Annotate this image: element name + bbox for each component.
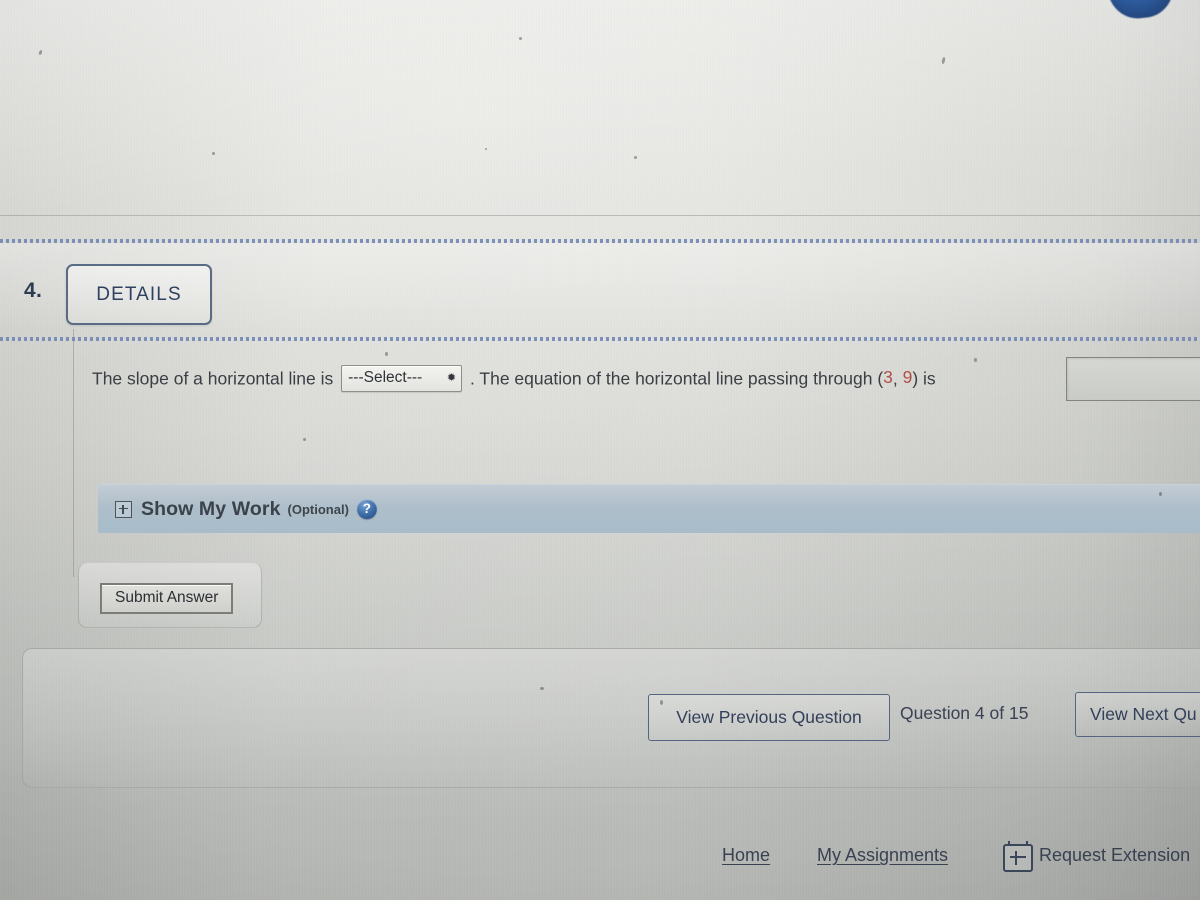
calendar-plus-icon[interactable] [1003,841,1033,872]
request-extension-label[interactable]: Request Extension [1039,845,1190,866]
show-my-work-title: Show My Work [141,497,281,520]
view-previous-question-label: View Previous Question [676,707,862,727]
slope-select-value: ---Select--- [348,369,423,387]
question-counter: Question 4 of 15 [900,703,1029,723]
show-my-work-bar[interactable]: Show My Work (Optional) ? [98,484,1200,533]
point-y-value: 9 [902,367,913,387]
view-previous-question-button[interactable]: View Previous Question [648,694,890,741]
point-separator: , [892,368,903,389]
footer-link-home[interactable]: Home [722,845,770,866]
submit-answer-button[interactable]: Submit Answer [100,583,234,614]
view-next-question-button[interactable]: View Next Qu [1075,692,1200,737]
previous-question-divider [0,215,1200,216]
plus-box-icon[interactable] [115,500,132,518]
question-indent-guide [73,329,74,577]
view-next-question-label: View Next Qu [1090,704,1197,724]
statement-part-3: ) is [912,368,936,389]
footer-link-my-assignments[interactable]: My Assignments [817,845,948,866]
chevron-down-icon: ✹ [446,372,457,385]
statement-part-2: . The equation of the horizontal line pa… [470,368,884,389]
screenshot-root: 4. DETAILS The slope of a horizontal lin… [0,0,1200,900]
statement-part-1: The slope of a horizontal line is [92,368,334,389]
slope-select[interactable]: ---Select--- ✹ [341,364,463,392]
question-block-bottom-border [0,337,1200,341]
question-statement: The slope of a horizontal line is ---Sel… [92,362,1200,393]
equation-answer-input[interactable] [1066,357,1200,401]
details-button[interactable]: DETAILS [66,264,212,325]
help-circle-icon[interactable]: ? [356,499,377,519]
details-button-label: DETAILS [96,283,182,305]
point-x-value: 3 [883,367,893,387]
show-my-work-optional-label: (Optional) [287,501,349,517]
question-number: 4. [24,279,43,302]
